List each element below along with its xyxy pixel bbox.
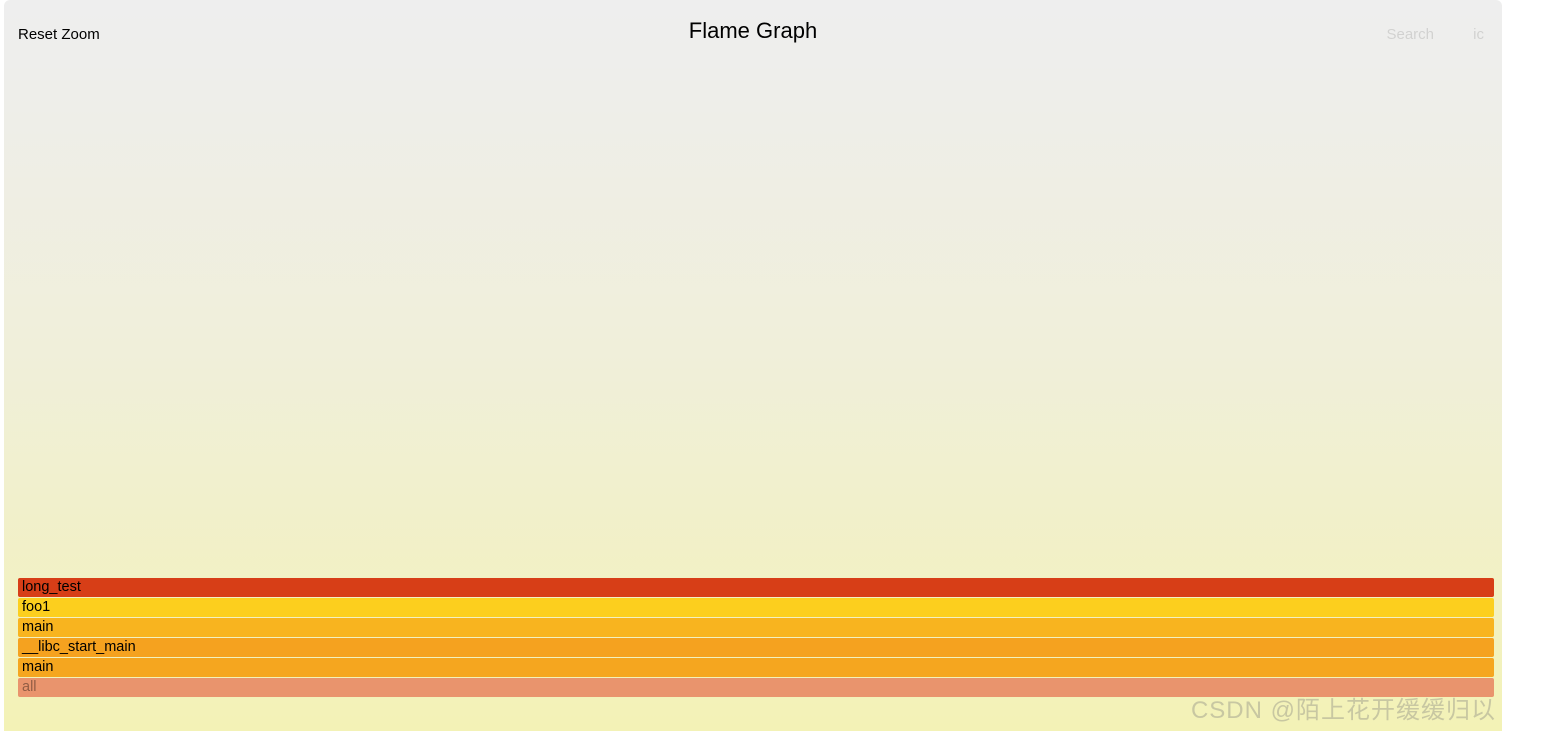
flame-graph-container: Flame Graph Reset Zoom Search ic long_te… (4, 0, 1502, 731)
frame-label: long_test (22, 578, 81, 597)
frame-label: all (22, 678, 37, 697)
frame-foo1[interactable]: foo1 (18, 598, 1494, 617)
reset-zoom-button[interactable]: Reset Zoom (18, 26, 100, 43)
chart-title: Flame Graph (4, 18, 1502, 44)
frame-label: foo1 (22, 598, 50, 617)
frame-main-lower[interactable]: main (18, 658, 1494, 677)
frame-long-test[interactable]: long_test (18, 578, 1494, 597)
ic-button[interactable]: ic (1473, 26, 1484, 43)
frames-area: long_test foo1 main __libc_start_main ma… (18, 577, 1494, 697)
search-button[interactable]: Search (1386, 26, 1434, 43)
frame-label: __libc_start_main (22, 638, 136, 657)
frame-main-upper[interactable]: main (18, 618, 1494, 637)
frame-all[interactable]: all (18, 678, 1494, 697)
frame-libc-start-main[interactable]: __libc_start_main (18, 638, 1494, 657)
frame-label: main (22, 618, 53, 637)
frame-label: main (22, 658, 53, 677)
